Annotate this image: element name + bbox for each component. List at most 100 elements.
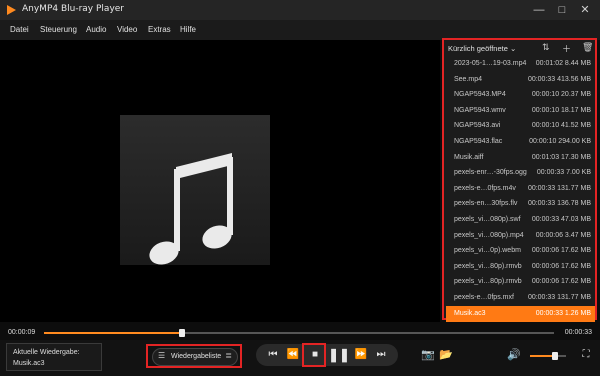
menu-datei[interactable]: Datei: [10, 25, 29, 34]
seek-bar[interactable]: [44, 329, 554, 337]
playlist-item[interactable]: pexels_vi…080p).swf 00:00:33 47.03 MB: [446, 212, 595, 228]
playlist-item[interactable]: pexels-en…30fps.flv 00:00:33 136.78 MB: [446, 196, 595, 212]
video-area[interactable]: [0, 40, 440, 322]
playlist-item-meta: 00:00:33 131.77 MB: [527, 184, 591, 192]
title-bar: AnyMP4 Blu-ray Player — □ ✕: [0, 0, 600, 20]
chevron-down-icon: ⌄: [510, 44, 517, 53]
playlist-item[interactable]: pexels-enr…-30fps.ogg 00:00:33 7.00 KB: [446, 165, 595, 181]
menu-extras[interactable]: Extras: [148, 25, 171, 34]
fast-forward-icon[interactable]: ⏩: [350, 344, 372, 366]
playlist-item-name: pexels_vi…80p).rmvb: [454, 262, 522, 270]
recent-dropdown[interactable]: Kürzlich geöffnete ⌄: [448, 44, 516, 53]
playlist-item-meta: 00:00:06 17.62 MB: [531, 262, 591, 270]
close-button[interactable]: ✕: [574, 0, 596, 20]
delete-icon[interactable]: 🗑: [582, 42, 593, 53]
seek-knob[interactable]: [178, 329, 185, 337]
add-icon[interactable]: ＋: [562, 42, 571, 55]
playlist-item-name: See.mp4: [454, 75, 483, 83]
pause-icon[interactable]: ❚❚: [328, 344, 350, 366]
sort-icon[interactable]: ⇅: [542, 42, 550, 53]
now-playing-file: Musik.ac3: [13, 360, 45, 367]
playlist-item[interactable]: Musik.ac3 00:00:33 1.26 MB: [446, 305, 595, 322]
playlist-item[interactable]: pexels-e…0fps.mxf 00:00:33 131.77 MB: [446, 290, 595, 306]
playlist-item[interactable]: Musik.aiff 00:01:03 17.30 MB: [446, 150, 595, 166]
playlist-item-name: Musik.ac3: [454, 309, 486, 317]
menu-hilfe[interactable]: Hilfe: [180, 25, 196, 34]
menu-bar: Datei Steuerung Audio Video Extras Hilfe: [0, 20, 600, 40]
playlist-item-meta: 00:00:10 294.00 KB: [529, 138, 591, 145]
next-icon[interactable]: ⏭: [370, 344, 392, 366]
snapshot-icon[interactable]: 📷: [420, 347, 436, 363]
menu-video[interactable]: Video: [117, 25, 137, 34]
playlist-item-name: pexels-en…30fps.flv: [454, 200, 518, 208]
playlist-item[interactable]: pexels-e…0fps.m4v 00:00:33 131.77 MB: [446, 181, 595, 197]
playlist-item-meta: 00:00:10 18.17 MB: [531, 106, 591, 114]
folder-icon[interactable]: 📂: [438, 347, 454, 363]
playlist-item[interactable]: pexels_vi…080p).mp4 00:00:06 3.47 MB: [446, 228, 595, 244]
playback-controls: ⏮ ⏪ ■ ❚❚ ⏩ ⏭: [256, 344, 398, 366]
playlist-item-meta: 00:00:33 136.78 MB: [527, 200, 591, 208]
menu-audio[interactable]: Audio: [86, 25, 106, 34]
previous-icon[interactable]: ⏮: [262, 344, 284, 366]
maximize-button[interactable]: □: [551, 0, 573, 20]
music-artwork: [120, 115, 270, 265]
playlist-item-name: pexels-enr…-30fps.ogg: [454, 169, 527, 177]
playlist-toggle-highlight: ☰ Wiedergabeliste ≣: [146, 344, 242, 368]
playlist-item-meta: 00:01:03 17.30 MB: [531, 153, 591, 161]
volume-knob[interactable]: [552, 352, 559, 360]
minimize-button[interactable]: —: [528, 0, 550, 20]
playlist-item-meta: 00:00:06 17.62 MB: [531, 278, 591, 286]
playlist-item[interactable]: NGAP5943.flac 00:00:10 294.00 KB: [446, 134, 595, 150]
menu-steuerung[interactable]: Steuerung: [40, 25, 77, 34]
app-title: AnyMP4 Blu-ray Player: [22, 4, 125, 14]
list-icon: ☰: [158, 351, 166, 360]
playlist-order-icon: ≣: [225, 351, 232, 360]
volume-icon[interactable]: 🔊: [506, 347, 522, 363]
playlist-item[interactable]: 2023-05-1…19-03.mp4 00:01:02 8.44 MB: [446, 56, 595, 72]
seek-bar-fill: [44, 332, 182, 334]
music-note-icon: [149, 153, 233, 265]
fullscreen-icon[interactable]: ⛶: [578, 347, 594, 363]
playlist-item-name: pexels_vi…080p).swf: [454, 216, 521, 223]
playlist-item-meta: 00:00:10 20.37 MB: [531, 91, 591, 99]
playlist-panel: Kürzlich geöffnete ⌄ ⇅ ＋ 🗑 2023-05-1…19-…: [442, 38, 597, 322]
playlist-item-name: pexels_vi…080p).mp4: [454, 231, 524, 239]
volume-slider[interactable]: [530, 352, 566, 360]
recent-dropdown-label: Kürzlich geöffnete: [448, 44, 508, 53]
playlist-item[interactable]: NGAP5943.avi 00:00:10 41.52 MB: [446, 118, 595, 134]
playlist-item-meta: 00:00:33 131.77 MB: [527, 294, 591, 301]
playlist-item[interactable]: pexels_vi…80p).rmvb 00:00:06 17.62 MB: [446, 259, 595, 275]
playlist-item-name: 2023-05-1…19-03.mp4: [454, 60, 527, 67]
playlist-item-meta: 00:00:06 17.62 MB: [531, 247, 591, 255]
playlist-item-name: pexels_vi…80p).rmvb: [454, 278, 522, 286]
playlist-item[interactable]: See.mp4 00:00:33 413.56 MB: [446, 72, 595, 88]
playlist-item-meta: 00:00:33 47.03 MB: [531, 216, 591, 223]
playlist-item-meta: 00:00:33 413.56 MB: [527, 75, 591, 83]
playlist-header: Kürzlich geöffnete ⌄ ⇅ ＋ 🗑: [446, 42, 595, 56]
stop-button-highlight: [302, 343, 326, 367]
playlist-item-name: pexels_vi…0p).webm: [454, 247, 521, 255]
rewind-icon[interactable]: ⏪: [282, 344, 304, 366]
playlist-item-meta: 00:00:33 7.00 KB: [536, 169, 591, 177]
playlist-item-name: NGAP5943.wmv: [454, 106, 506, 114]
playlist-item-meta: 00:00:06 3.47 MB: [535, 231, 591, 239]
playlist-button-label: Wiedergabeliste: [171, 353, 222, 360]
playlist-item-name: pexels-e…0fps.mxf: [454, 294, 514, 301]
current-time: 00:00:09: [8, 329, 36, 336]
playlist-item-name: pexels-e…0fps.m4v: [454, 184, 516, 192]
playlist-item[interactable]: NGAP5943.MP4 00:00:10 20.37 MB: [446, 87, 595, 103]
playlist-item[interactable]: pexels_vi…80p).rmvb 00:00:06 17.62 MB: [446, 274, 595, 290]
playlist-item-name: NGAP5943.flac: [454, 138, 503, 145]
playlist-item-name: Musik.aiff: [454, 153, 484, 161]
playlist-item-meta: 00:01:02 8.44 MB: [535, 60, 591, 67]
playlist-item[interactable]: NGAP5943.wmv 00:00:10 18.17 MB: [446, 103, 595, 119]
total-time: 00:00:33: [564, 329, 592, 336]
now-playing-label: Aktuelle Wiedergabe:: [13, 349, 80, 356]
playlist-item-meta: 00:00:33 1.26 MB: [535, 309, 591, 317]
playlist-item[interactable]: pexels_vi…0p).webm 00:00:06 17.62 MB: [446, 243, 595, 259]
playlist-item-name: NGAP5943.avi: [454, 122, 501, 130]
progress-area: 00:00:09 00:00:33: [0, 322, 600, 340]
playlist-item-name: NGAP5943.MP4: [454, 91, 506, 99]
app-logo-icon: [7, 5, 16, 15]
playlist-toggle-button[interactable]: ☰ Wiedergabeliste ≣: [152, 348, 238, 366]
